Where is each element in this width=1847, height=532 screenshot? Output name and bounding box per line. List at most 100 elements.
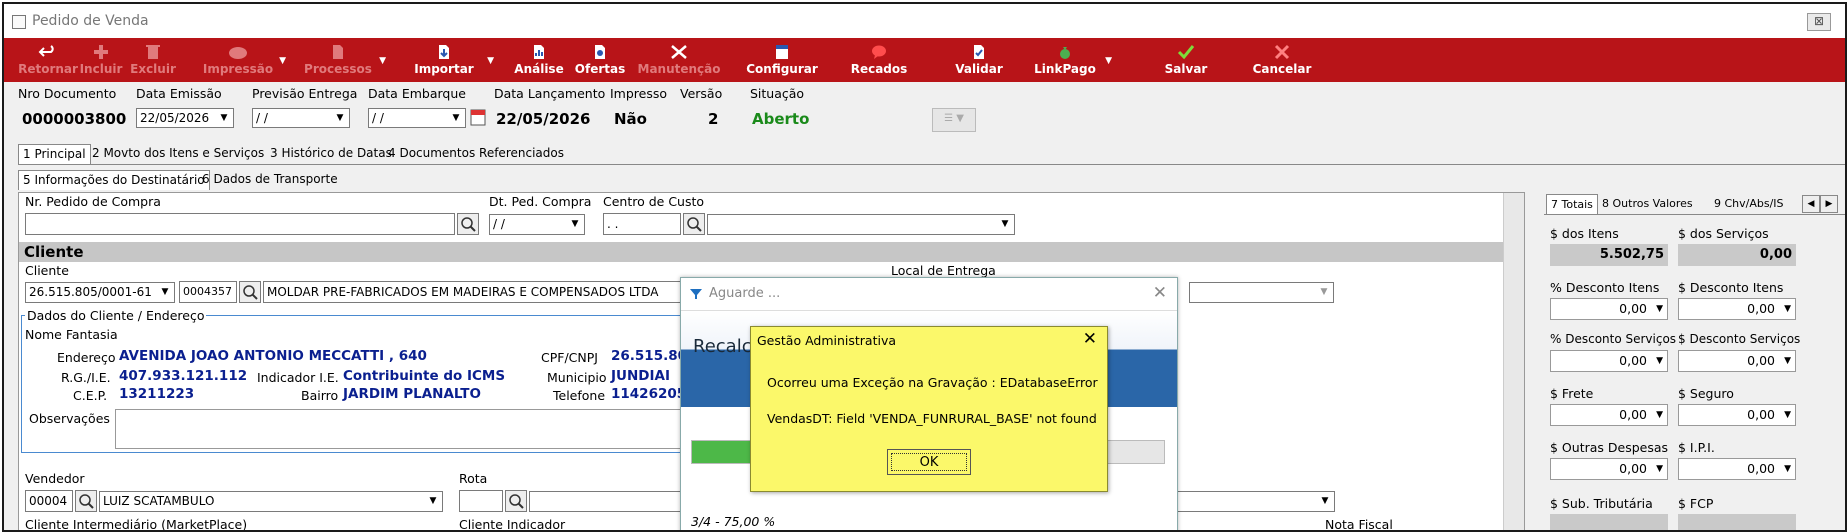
bairro-label: Bairro [301, 388, 339, 403]
close-icon[interactable]: ✕ [1153, 283, 1167, 303]
vendedor-codigo-input[interactable]: 00004 [25, 490, 73, 512]
desc-itens-pct-label: % Desconto Itens [1550, 280, 1660, 295]
situacao-label: Situação [750, 86, 805, 101]
nr-pedido-input[interactable] [25, 213, 455, 235]
desc-itens-val-field[interactable]: 0,00 ▼ [1678, 298, 1796, 320]
configurar-button[interactable]: Configurar [742, 38, 822, 82]
data-embarque-field[interactable]: / / ▼ [368, 108, 466, 128]
dos-servicos-value: 0,00 [1678, 244, 1796, 266]
dos-servicos-label: $ dos Serviços [1678, 226, 1769, 241]
rota-search-button[interactable] [505, 490, 527, 512]
desc-serv-pct-label: % Desconto Serviços [1550, 332, 1677, 346]
vertical-scrollbar[interactable] [1503, 193, 1524, 530]
close-window-button[interactable]: ⊠ [1807, 13, 1831, 31]
ok-button[interactable]: OK [887, 449, 971, 475]
calendar-icon[interactable] [470, 108, 486, 126]
tab-dados-transporte[interactable]: 6 Dados de Transporte [198, 170, 342, 189]
outras-despesas-field[interactable]: 0,00 ▼ [1550, 458, 1668, 480]
cliente-search-button[interactable] [239, 281, 261, 303]
main-tabs: 1 Principal 2 Movto dos Itens e Serviços… [18, 144, 1845, 165]
centro-custo-label: Centro de Custo [603, 194, 705, 209]
data-emissao-field[interactable]: 22/05/2026 ▼ [136, 108, 234, 128]
dos-itens-value: 5.502,75 [1550, 244, 1668, 266]
chevron-down-icon: ▼ [336, 113, 344, 123]
frete-field[interactable]: 0,00 ▼ [1550, 404, 1668, 426]
desc-serv-pct-field[interactable]: 0,00 ▼ [1550, 350, 1668, 372]
seguro-field[interactable]: 0,00 ▼ [1678, 404, 1796, 426]
cliente-cnpj-field[interactable]: 26.515.805/0001-61 ▼ [25, 282, 175, 303]
chevron-down-icon: ▼ [1320, 287, 1328, 297]
speech-bubble-icon [872, 45, 886, 59]
salvar-button[interactable]: Salvar [1156, 38, 1216, 82]
tab-scroll-left-button[interactable]: ◀ [1802, 195, 1820, 213]
ofertas-button[interactable]: Ofertas [572, 38, 628, 82]
nro-documento-label: Nro Documento [18, 86, 117, 101]
centro-custo-input[interactable]: . . [603, 213, 681, 235]
tab-chv-abs-is[interactable]: 9 Chv/Abs/IS [1710, 194, 1788, 213]
recados-button[interactable]: Recados [844, 38, 914, 82]
previsao-field[interactable]: / / ▼ [252, 108, 350, 128]
ipi-field[interactable]: 0,00 ▼ [1678, 458, 1796, 480]
analysis-icon [534, 45, 544, 59]
ipi-label: $ I.P.I. [1678, 440, 1715, 455]
search-icon [687, 217, 702, 232]
fcp-value [1678, 514, 1796, 530]
dialog-title: Gestão Administrativa [757, 333, 897, 348]
dialog-close-icon[interactable]: ✕ [1083, 329, 1097, 349]
cliente-nome-input[interactable]: MOLDAR PRE-FABRICADOS EM MADEIRAS E COMP… [263, 281, 681, 303]
vendedor-search-button[interactable] [75, 490, 97, 512]
tab-documentos-referenciados[interactable]: 4 Documentos Referenciados [384, 144, 568, 163]
cliente-section-header: Cliente [19, 242, 1524, 262]
list-menu-button[interactable]: ☰ ▼ [932, 108, 976, 132]
import-icon [439, 45, 449, 59]
cep-label: C.E.P. [73, 388, 108, 403]
chevron-down-icon: ▼ [1656, 356, 1663, 366]
progress-text: 3/4 - 75,00 % [691, 514, 776, 529]
observacoes-textarea[interactable] [115, 409, 691, 449]
importar-button[interactable]: Importar ▼ [404, 38, 494, 82]
chevron-down-icon: ▼ [1784, 464, 1791, 474]
incluir-button[interactable]: Incluir [78, 38, 124, 82]
desc-itens-pct-field[interactable]: 0,00 ▼ [1550, 298, 1668, 320]
impressao-button[interactable]: Impressão ▼ [200, 38, 286, 82]
linkpago-button[interactable]: LinkPago ▼ [1028, 38, 1112, 82]
validate-icon [974, 45, 984, 59]
rota-input[interactable] [459, 490, 503, 512]
cliente-intermediario-label: Cliente Intermediário (MarketPlace) [25, 517, 248, 532]
dt-ped-field[interactable]: / / ▼ [489, 214, 585, 235]
indicador-value: Contribuinte do ICMS [343, 368, 506, 384]
excluir-button[interactable]: Excluir [128, 38, 178, 82]
nr-pedido-search-button[interactable] [457, 213, 479, 235]
dialog-message-1: Ocorreu uma Exceção na Gravação : EDatab… [767, 375, 1098, 390]
tab-outros-valores[interactable]: 8 Outros Valores [1598, 194, 1697, 213]
offers-icon [595, 45, 605, 59]
plus-icon [94, 45, 108, 59]
centro-custo-select[interactable]: ▼ [707, 214, 1015, 235]
cancelar-button[interactable]: Cancelar [1248, 38, 1316, 82]
tab-principal[interactable]: 1 Principal [18, 144, 91, 164]
right-tabs: 7 Totais 8 Outros Valores 9 Chv/Abs/IS ◀… [1544, 194, 1845, 215]
tab-informacoes-destinatario[interactable]: 5 Informações do Destinatário [18, 170, 210, 190]
chevron-down-icon: ▼ [1784, 410, 1791, 420]
versao-label: Versão [680, 86, 723, 101]
local-entrega-label: Local de Entrega [891, 263, 996, 278]
validar-button[interactable]: Validar [948, 38, 1010, 82]
cliente-codigo-input[interactable]: 0004357 [179, 281, 237, 303]
tab-scroll-right-button[interactable]: ▶ [1820, 195, 1838, 213]
tab-totais[interactable]: 7 Totais [1546, 194, 1598, 214]
tab-historico-datas[interactable]: 3 Histórico de Datas [266, 144, 396, 163]
retornar-button[interactable]: Retornar [18, 38, 78, 82]
local-entrega-select[interactable]: ▼ [1189, 282, 1334, 303]
desc-serv-val-field[interactable]: 0,00 ▼ [1678, 350, 1796, 372]
data-lancamento-value: 22/05/2026 [496, 110, 591, 128]
cpf-label: CPF/CNPJ [541, 350, 598, 365]
toolbar: Retornar Incluir Excluir Impressão ▼ Proc… [4, 38, 1845, 82]
manutencao-button[interactable]: Manutenção [634, 38, 724, 82]
analise-button[interactable]: Análise [512, 38, 566, 82]
centro-custo-search-button[interactable] [683, 213, 705, 235]
vendedor-nome-select[interactable]: LUIZ SCATAMBULO ▼ [99, 491, 443, 512]
tab-movto-itens[interactable]: 2 Movto dos Itens e Serviços [88, 144, 268, 163]
search-icon [243, 285, 258, 300]
chevron-down-icon: ▼ [1784, 304, 1791, 314]
processos-button[interactable]: Processos ▼ [300, 38, 386, 82]
